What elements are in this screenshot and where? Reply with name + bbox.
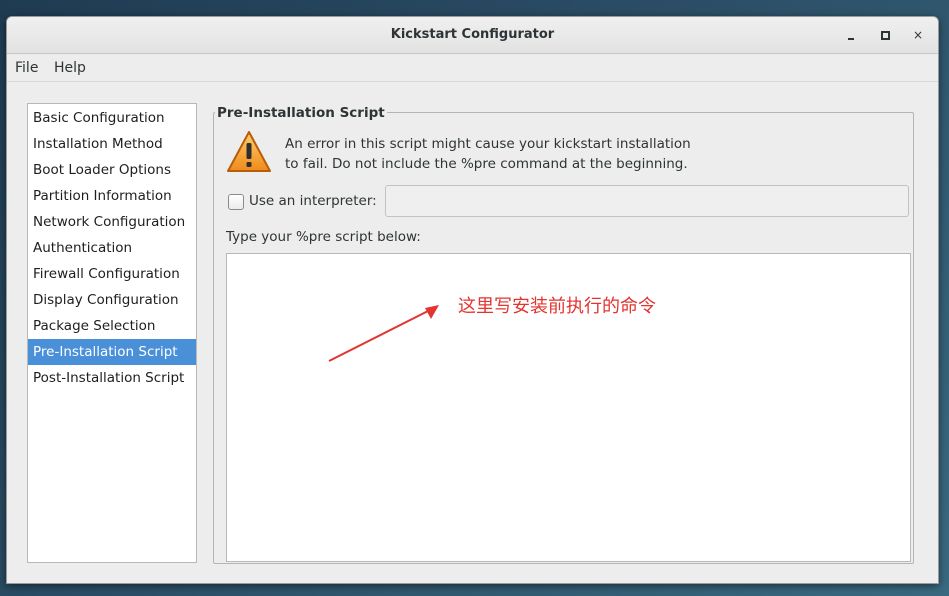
sidebar-item-partition-information[interactable]: Partition Information — [28, 183, 196, 209]
annotation-text: 这里写安装前执行的命令 — [458, 296, 656, 317]
menu-file[interactable]: File — [15, 60, 38, 76]
sidebar-item-boot-loader-options[interactable]: Boot Loader Options — [28, 157, 196, 183]
minimize-button[interactable] — [842, 26, 860, 44]
maximize-icon — [881, 31, 890, 40]
script-prompt-label: Type your %pre script below: — [226, 229, 421, 245]
title-bar[interactable]: Kickstart Configurator × — [7, 17, 938, 54]
window-title: Kickstart Configurator — [390, 27, 555, 42]
sidebar-item-post-installation-script[interactable]: Post-Installation Script — [28, 365, 196, 391]
app-window: Kickstart Configurator × File Help Basic… — [6, 16, 939, 584]
annotation-arrow-icon — [328, 305, 439, 362]
sidebar-item-basic-configuration[interactable]: Basic Configuration — [28, 105, 196, 131]
minimize-icon — [848, 38, 854, 40]
sidebar-list: Basic Configuration Installation Method … — [27, 103, 197, 563]
warning-line-2: to fail. Do not include the %pre command… — [285, 156, 688, 172]
sidebar-item-authentication[interactable]: Authentication — [28, 235, 196, 261]
warning-triangle-icon — [227, 131, 271, 172]
close-button[interactable]: × — [909, 26, 927, 44]
warning-message: An error in this script might cause your… — [285, 134, 705, 174]
sidebar-item-pre-installation-script[interactable]: Pre-Installation Script — [28, 339, 196, 365]
panel-title: Pre-Installation Script — [215, 105, 387, 121]
sidebar-item-package-selection[interactable]: Package Selection — [28, 313, 196, 339]
warning-line-1: An error in this script might cause your… — [285, 136, 691, 152]
maximize-button[interactable] — [876, 26, 894, 44]
close-icon: × — [912, 28, 924, 42]
sidebar-item-installation-method[interactable]: Installation Method — [28, 131, 196, 157]
sidebar-item-network-configuration[interactable]: Network Configuration — [28, 209, 196, 235]
use-interpreter-label[interactable]: Use an interpreter: — [249, 193, 377, 209]
menu-help[interactable]: Help — [54, 60, 86, 76]
sidebar-item-display-configuration[interactable]: Display Configuration — [28, 287, 196, 313]
sidebar-item-firewall-configuration[interactable]: Firewall Configuration — [28, 261, 196, 287]
use-interpreter-checkbox[interactable] — [228, 194, 244, 210]
interpreter-input[interactable] — [385, 185, 909, 217]
menu-bar: File Help — [7, 54, 938, 82]
